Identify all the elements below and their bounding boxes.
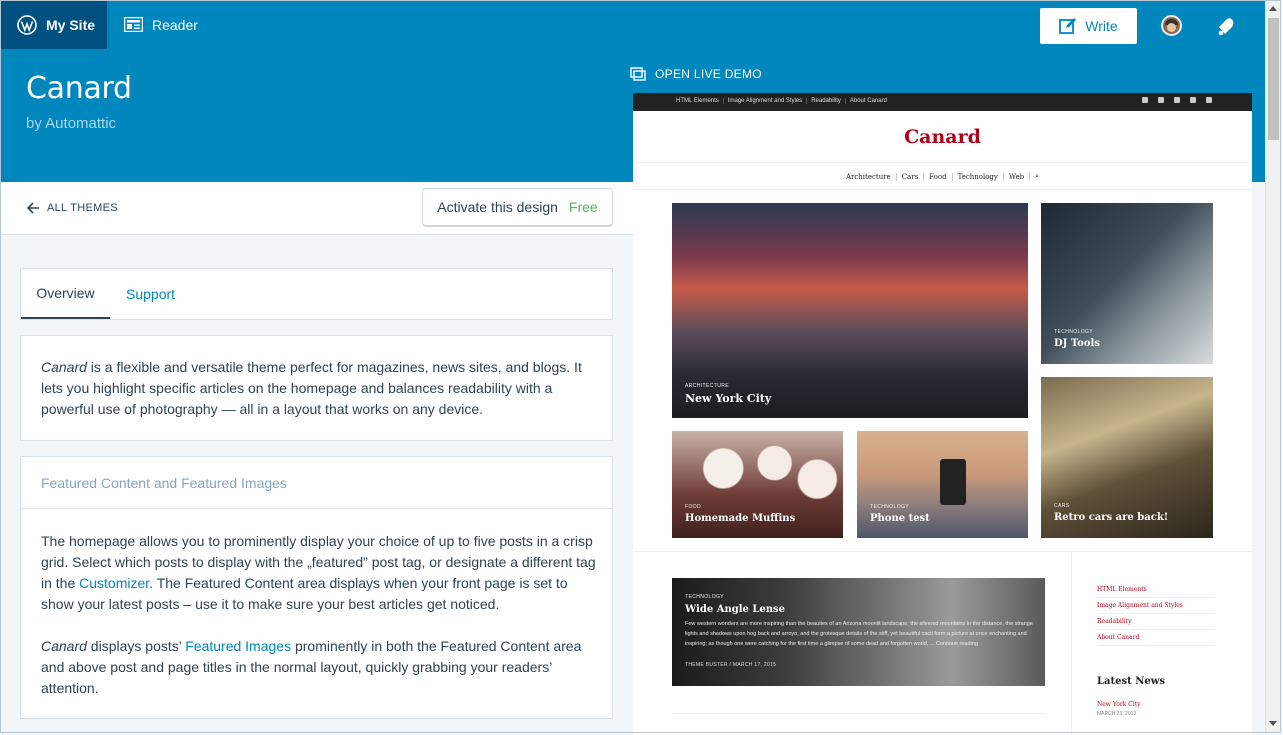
- theme-title: Canard: [26, 71, 132, 106]
- preview-top-link[interactable]: About Canard: [844, 98, 891, 104]
- all-themes-link[interactable]: ALL THEMES: [27, 202, 118, 214]
- section-tabs: Overview Support: [20, 268, 613, 320]
- preview-divider: [672, 713, 1045, 714]
- preview-top-link[interactable]: HTML Elements: [672, 98, 723, 104]
- featured-p2-text: displays posts’: [86, 638, 186, 654]
- post-title: Wide Angle Lense: [685, 604, 786, 615]
- post-category: TECHNOLOGY: [870, 504, 910, 510]
- featured-heading: Featured Content and Featured Images: [21, 457, 612, 509]
- post-category: ARCHITECTURE: [685, 383, 729, 389]
- window-scrollbar[interactable]: [1265, 0, 1281, 733]
- phone-image: [940, 459, 966, 505]
- open-live-demo-label: OPEN LIVE DEMO: [655, 67, 762, 81]
- preview-sidebar: HTML Elements Image Alignment and Styles…: [1097, 582, 1215, 717]
- facebook-icon[interactable]: [1142, 97, 1148, 103]
- preview-nav-item[interactable]: Architecture: [841, 173, 896, 181]
- sidebar-link[interactable]: HTML Elements: [1097, 582, 1215, 598]
- featured-post-phone-test[interactable]: TECHNOLOGY Phone test: [857, 431, 1028, 538]
- featured-post-retro-cars[interactable]: CARS Retro cars are back!: [1041, 377, 1213, 538]
- preview-divider: [633, 551, 1252, 552]
- masterbar: My Site Reader Write: [0, 0, 1265, 49]
- post-category: TECHNOLOGY: [685, 594, 725, 600]
- preview-divider: [633, 162, 1252, 163]
- theme-description: Canard is a flexible and versatile theme…: [41, 357, 591, 420]
- open-live-demo-button[interactable]: OPEN LIVE DEMO: [630, 67, 762, 81]
- preview-nav-item[interactable]: Cars: [895, 172, 923, 181]
- preview-social-icons: [1142, 97, 1212, 103]
- pinterest-icon[interactable]: [1206, 97, 1212, 103]
- featured-post-dj-tools[interactable]: TECHNOLOGY DJ Tools: [1041, 203, 1213, 364]
- post-title: Retro cars are back!: [1054, 512, 1169, 523]
- external-demo-icon: [630, 67, 646, 81]
- theme-name-em-2: Canard: [41, 638, 87, 654]
- featured-images-link[interactable]: Featured Images: [185, 638, 291, 654]
- preview-search-icon[interactable]: ⌕: [1029, 172, 1044, 181]
- post-category: CARS: [1054, 503, 1070, 509]
- latest-news-heading: Latest News: [1097, 676, 1165, 687]
- write-icon: [1059, 18, 1077, 34]
- wordpress-logo-icon: [17, 14, 37, 35]
- notifications-bell-icon[interactable]: [1215, 15, 1237, 37]
- reader-icon: [124, 17, 143, 32]
- post-title: New York City: [685, 392, 772, 405]
- post-title: Homemade Muffins: [685, 513, 796, 524]
- featured-post-new-york[interactable]: ARCHITECTURE New York City: [672, 203, 1028, 418]
- preview-top-bar: HTML Elements Image Alignment and Styles…: [633, 93, 1252, 111]
- preview-nav-item[interactable]: Technology: [951, 172, 1003, 181]
- my-site-button[interactable]: My Site: [0, 0, 107, 49]
- all-themes-label: ALL THEMES: [47, 202, 118, 214]
- featured-content-card: Featured Content and Featured Images The…: [20, 456, 613, 719]
- post-title: Phone test: [870, 513, 930, 524]
- sidebar-link[interactable]: Readability: [1097, 614, 1215, 630]
- twitter-icon[interactable]: [1158, 97, 1164, 103]
- scrollbar-thumb[interactable]: [1268, 18, 1279, 140]
- price-badge: Free: [568, 199, 598, 215]
- scroll-down-arrow-icon[interactable]: [1269, 721, 1277, 726]
- featured-post-muffins[interactable]: FOOD Homemade Muffins: [672, 431, 843, 538]
- preview-site-logo[interactable]: Canard: [633, 126, 1252, 148]
- sidebar-link[interactable]: About Canard: [1097, 630, 1215, 646]
- instagram-icon[interactable]: [1190, 97, 1196, 103]
- featured-paragraph-1: The homepage allows you to prominently d…: [41, 531, 597, 615]
- preview-nav-item[interactable]: Web: [1002, 172, 1029, 181]
- latest-news-item[interactable]: New York City: [1097, 701, 1215, 708]
- post-meta: THEME BUSTER / MARCH 17, 2015: [685, 662, 777, 668]
- theme-name-em: Canard: [41, 359, 87, 375]
- post-category: TECHNOLOGY: [1054, 329, 1094, 335]
- customizer-link[interactable]: Customizer: [79, 575, 149, 591]
- preview-top-link[interactable]: Image Alignment and Styles: [722, 98, 806, 104]
- theme-author: by Automattic: [26, 115, 117, 132]
- activate-design-button[interactable]: Activate this design Free: [422, 188, 613, 227]
- my-site-label: My Site: [46, 16, 96, 33]
- write-button[interactable]: Write: [1040, 8, 1137, 44]
- preview-main-nav: Architecture Cars Food Technology Web ⌕: [633, 172, 1252, 181]
- post-category: FOOD: [685, 504, 702, 510]
- write-label: Write: [1085, 18, 1118, 34]
- post-excerpt: Few western wonders are more inspiring t…: [685, 621, 1033, 647]
- latest-news-date: MARCH 23, 2013: [1097, 711, 1137, 717]
- sidebar-link[interactable]: Image Alignment and Styles: [1097, 598, 1215, 614]
- avatar[interactable]: [1161, 15, 1182, 36]
- preview-top-link[interactable]: Readability: [806, 98, 845, 104]
- description-text: is a flexible and versatile theme perfec…: [41, 359, 582, 417]
- featured-paragraph-2: Canard displays posts’ Featured Images p…: [41, 636, 597, 699]
- theme-actions-bar: ALL THEMES Activate this design Free: [0, 182, 633, 235]
- tab-overview[interactable]: Overview: [21, 269, 110, 319]
- preview-column-divider: [1071, 551, 1072, 735]
- preview-divider: [633, 189, 1252, 190]
- activate-label: Activate this design: [437, 199, 558, 215]
- post-wide-angle-lense[interactable]: TECHNOLOGY Wide Angle Lense Few western …: [672, 578, 1045, 686]
- post-title: DJ Tools: [1054, 338, 1100, 349]
- preview-nav-item[interactable]: Food: [923, 172, 951, 181]
- reader-button[interactable]: Reader: [124, 0, 198, 49]
- tab-support[interactable]: Support: [126, 269, 175, 319]
- theme-preview[interactable]: HTML Elements Image Alignment and Styles…: [633, 93, 1252, 735]
- arrow-left-icon: [27, 202, 39, 214]
- reader-label: Reader: [152, 16, 198, 33]
- scroll-up-arrow-icon[interactable]: [1269, 6, 1277, 11]
- google-plus-icon[interactable]: [1174, 97, 1180, 103]
- theme-description-card: Canard is a flexible and versatile theme…: [20, 335, 613, 441]
